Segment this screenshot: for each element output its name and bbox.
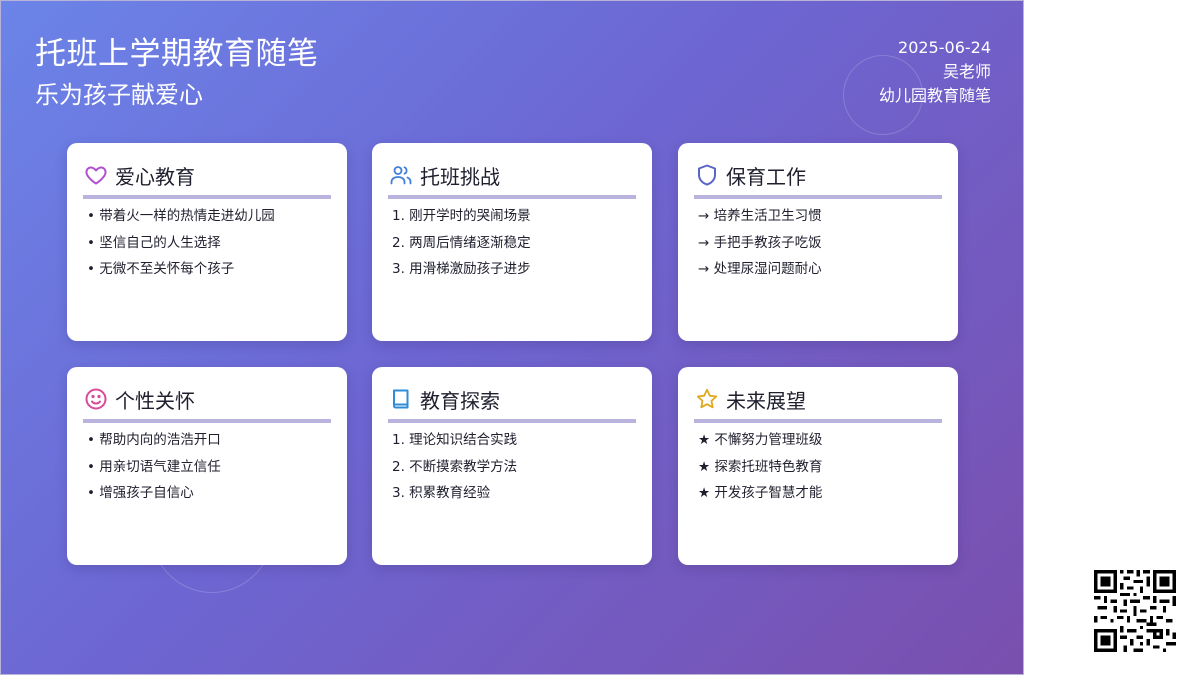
list-item: 2. 不断摸索教学方法	[392, 458, 518, 475]
star-icon	[694, 386, 720, 412]
list-item: → 培养生活卫生习惯	[698, 208, 822, 224]
qr-code-icon	[1094, 570, 1176, 652]
card-title: 托班挑战	[420, 164, 500, 189]
list-item: • 帮助内向的浩浩开口	[87, 432, 221, 448]
card-title: 保育工作	[726, 164, 806, 189]
card-list: • 帮助内向的浩浩开口 • 用亲切语气建立信任 • 增强孩子自信心	[87, 427, 333, 507]
list-item: → 处理尿湿问题耐心	[698, 261, 822, 277]
book-icon	[388, 386, 414, 412]
list-item: • 用亲切语气建立信任	[87, 458, 221, 475]
card-header: 个性关怀	[83, 383, 331, 423]
list-item: 3. 积累教育经验	[392, 485, 491, 501]
card-header: 托班挑战	[388, 159, 636, 199]
shield-icon	[694, 162, 720, 188]
card-education-exploration: 教育探索 1. 理论知识结合实践 2. 不断摸索教学方法 3. 积累教育经验	[372, 367, 652, 565]
slide: 托班上学期教育随笔 乐为孩子献爱心 2025-06-24 吴老师 幼儿园教育随笔…	[0, 0, 1024, 675]
list-item: • 增强孩子自信心	[87, 485, 194, 501]
date-label: 2025-06-24	[898, 38, 991, 57]
card-title: 未来展望	[726, 388, 806, 413]
card-header: 爱心教育	[83, 159, 331, 199]
card-title: 教育探索	[420, 388, 500, 413]
list-item: 1. 刚开学时的哭闹场景	[392, 208, 531, 224]
page-title: 托班上学期教育随笔	[35, 36, 319, 72]
author-label: 吴老师	[942, 62, 991, 81]
smile-icon	[83, 386, 109, 412]
card-childcare-work: 保育工作 → 培养生活卫生习惯 → 手把手教孩子吃饭 → 处理尿湿问题耐心	[678, 143, 958, 341]
card-list: ★ 不懈努力管理班级 ★ 探索托班特色教育 ★ 开发孩子智慧才能	[698, 427, 944, 507]
card-header: 保育工作	[694, 159, 942, 199]
list-item: ★ 开发孩子智慧才能	[698, 485, 823, 501]
card-header: 教育探索	[388, 383, 636, 423]
card-list: 1. 理论知识结合实践 2. 不断摸索教学方法 3. 积累教育经验	[392, 427, 638, 507]
list-item: • 无微不至关怀每个孩子	[87, 261, 235, 277]
list-item: → 手把手教孩子吃饭	[698, 234, 822, 251]
list-item: • 带着火一样的热情走进幼儿园	[87, 208, 275, 224]
list-item: 2. 两周后情绪逐渐稳定	[392, 234, 531, 251]
heart-icon	[83, 162, 109, 188]
list-item: ★ 探索托班特色教育	[698, 458, 823, 475]
list-item: • 坚信自己的人生选择	[87, 234, 221, 251]
page-subtitle: 乐为孩子献爱心	[35, 81, 203, 109]
list-item: 1. 理论知识结合实践	[392, 432, 518, 448]
category-label: 幼儿园教育随笔	[878, 86, 991, 105]
card-header: 未来展望	[694, 383, 942, 423]
list-item: 3. 用滑梯激励孩子进步	[392, 261, 531, 277]
meta-info: 2025-06-24 吴老师 幼儿园教育随笔	[879, 36, 991, 108]
card-future-outlook: 未来展望 ★ 不懈努力管理班级 ★ 探索托班特色教育 ★ 开发孩子智慧才能	[678, 367, 958, 565]
card-list: • 带着火一样的热情走进幼儿园 • 坚信自己的人生选择 • 无微不至关怀每个孩子	[87, 203, 333, 283]
list-item: ★ 不懈努力管理班级	[698, 432, 823, 448]
card-title: 个性关怀	[115, 388, 195, 413]
card-title: 爱心教育	[115, 164, 195, 189]
card-toddler-challenge: 托班挑战 1. 刚开学时的哭闹场景 2. 两周后情绪逐渐稳定 3. 用滑梯激励孩…	[372, 143, 652, 341]
card-list: 1. 刚开学时的哭闹场景 2. 两周后情绪逐渐稳定 3. 用滑梯激励孩子进步	[392, 203, 638, 283]
card-list: → 培养生活卫生习惯 → 手把手教孩子吃饭 → 处理尿湿问题耐心	[698, 203, 944, 283]
users-icon	[388, 162, 414, 188]
card-individual-care: 个性关怀 • 帮助内向的浩浩开口 • 用亲切语气建立信任 • 增强孩子自信心	[67, 367, 347, 565]
card-love-education: 爱心教育 • 带着火一样的热情走进幼儿园 • 坚信自己的人生选择 • 无微不至关…	[67, 143, 347, 341]
